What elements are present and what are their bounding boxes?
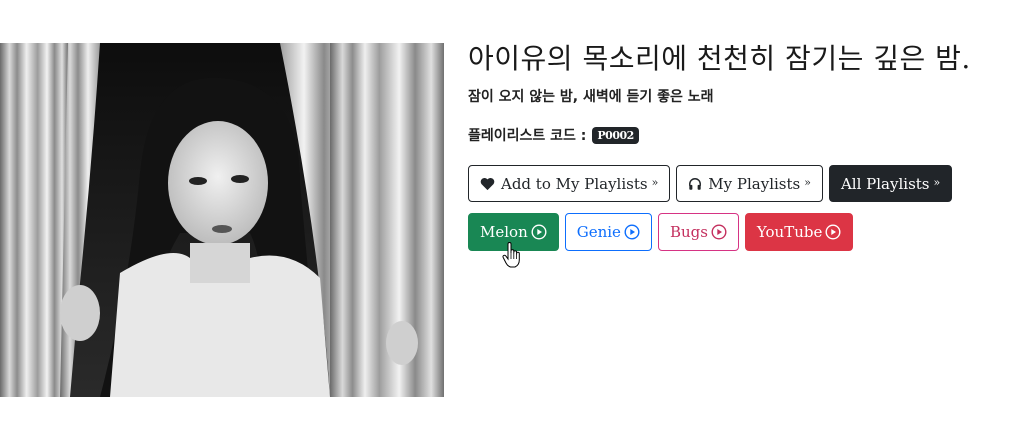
headphones-icon bbox=[688, 177, 702, 191]
chevron-right-icon: » bbox=[804, 176, 811, 189]
playlist-code-row: 플레이리스트 코드 : P0002 bbox=[468, 124, 1027, 146]
streaming-services: Melon Genie Bugs YouTube bbox=[468, 213, 854, 251]
play-circle-icon bbox=[711, 224, 727, 240]
all-playlists-button[interactable]: All Playlists » bbox=[828, 165, 953, 202]
genie-label: Genie bbox=[576, 223, 621, 241]
playlist-cover-image bbox=[0, 43, 444, 397]
play-circle-icon bbox=[531, 224, 547, 240]
bugs-label: Bugs bbox=[669, 223, 708, 241]
melon-label: Melon bbox=[480, 223, 528, 241]
play-circle-icon bbox=[825, 224, 841, 240]
bugs-button[interactable]: Bugs bbox=[657, 213, 739, 251]
all-playlists-label: All Playlists bbox=[840, 174, 930, 193]
my-playlists-button[interactable]: My Playlists » bbox=[676, 165, 823, 202]
chevron-right-icon: » bbox=[933, 176, 941, 189]
playlist-actions: Add to My Playlists » My Playlists » All… bbox=[468, 165, 953, 202]
play-circle-icon bbox=[624, 224, 640, 240]
youtube-label: YouTube bbox=[756, 223, 823, 241]
melon-button[interactable]: Melon bbox=[468, 213, 559, 251]
my-playlists-label: My Playlists bbox=[708, 174, 801, 193]
playlist-info: 아이유의 목소리에 천천히 잠기는 깊은 밤. 잠이 오지 않는 밤, 새벽에 … bbox=[468, 40, 1027, 251]
add-to-my-playlists-label: Add to My Playlists bbox=[501, 174, 648, 193]
playlist-code-label: 플레이리스트 코드 : bbox=[468, 128, 587, 144]
heart-icon bbox=[480, 177, 495, 191]
playlist-title: 아이유의 목소리에 천천히 잠기는 깊은 밤. bbox=[468, 42, 971, 75]
chevron-right-icon: » bbox=[651, 176, 659, 189]
add-to-my-playlists-button[interactable]: Add to My Playlists » bbox=[468, 165, 671, 202]
playlist-subtitle: 잠이 오지 않는 밤, 새벽에 듣기 좋은 노래 bbox=[468, 89, 714, 105]
playlist-code-badge: P0002 bbox=[592, 126, 639, 144]
youtube-button[interactable]: YouTube bbox=[744, 213, 854, 251]
genie-button[interactable]: Genie bbox=[564, 213, 652, 251]
